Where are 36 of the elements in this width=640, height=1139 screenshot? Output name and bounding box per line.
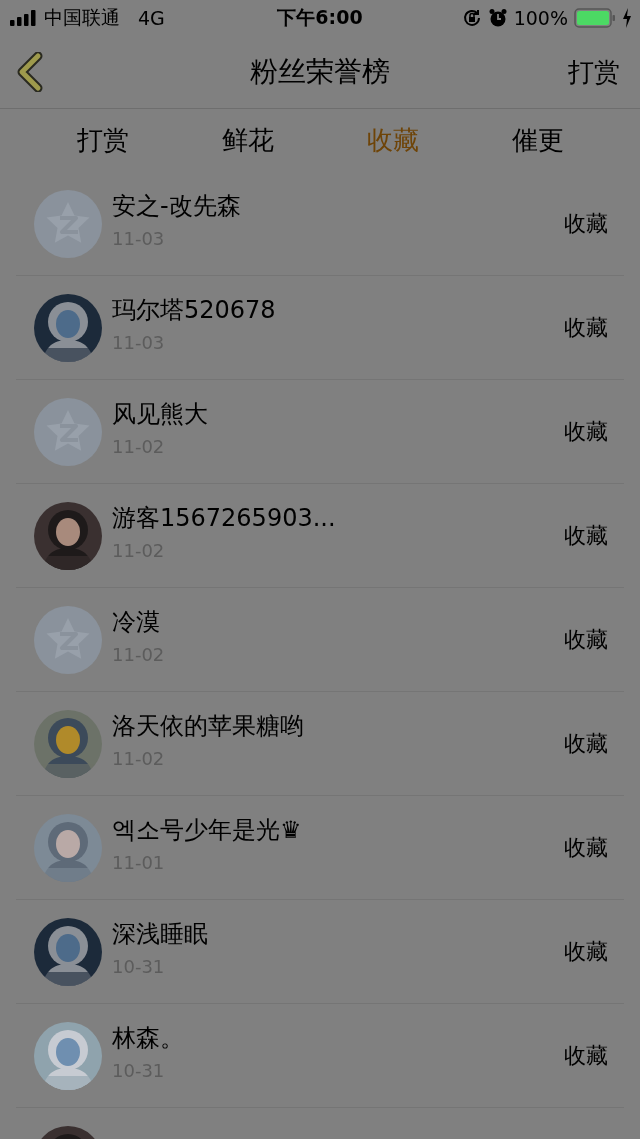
default-avatar-icon (34, 189, 102, 258)
default-avatar-icon (34, 397, 102, 466)
status-time: 下午6:00 (277, 5, 363, 30)
gift-type: 收藏 (564, 417, 608, 446)
gift-type: 收藏 (564, 209, 608, 238)
fan-name: 风见熊大 (112, 399, 209, 430)
gift-type: 收藏 (564, 1041, 608, 1070)
default-avatar-icon (34, 605, 102, 674)
back-button[interactable] (16, 52, 44, 92)
gift-type: 收藏 (564, 521, 608, 550)
gift-type: 收藏 (564, 313, 608, 342)
page-title: 粉丝荣誉榜 (250, 54, 390, 90)
network-type: 4G (138, 7, 165, 29)
battery-icon (574, 8, 616, 28)
gift-type: 收藏 (564, 625, 608, 654)
gift-type: 收藏 (564, 937, 608, 966)
fan-name: 深浅睡眠 (112, 919, 209, 950)
fan-name: 安之-改先森 (112, 191, 242, 222)
reward-button[interactable]: 打赏 (568, 54, 620, 90)
fan-name: 林森。 (112, 1023, 185, 1054)
gift-type: 收藏 (564, 729, 608, 758)
tab[interactable]: 打赏 (68, 119, 137, 162)
fan-name: 冷漠 (112, 607, 161, 638)
fan-name: 玛尔塔520678 (112, 295, 277, 326)
charging-icon (622, 8, 632, 28)
tab[interactable]: 鲜花 (213, 119, 282, 162)
signal-icon (10, 10, 38, 26)
tab[interactable]: 催更 (503, 119, 572, 162)
alarm-icon (487, 8, 508, 28)
battery-percent: 100% (513, 7, 568, 29)
fan-name: 游客1567265903... (112, 503, 337, 534)
fan-name: 엑소号少年是光♛ (112, 815, 303, 846)
fan-name: 洛天依的苹果糖哟 (112, 711, 305, 742)
rotation-lock-icon (461, 8, 482, 28)
gift-type: 收藏 (564, 833, 608, 862)
carrier-name: 中国联通 (44, 5, 120, 30)
